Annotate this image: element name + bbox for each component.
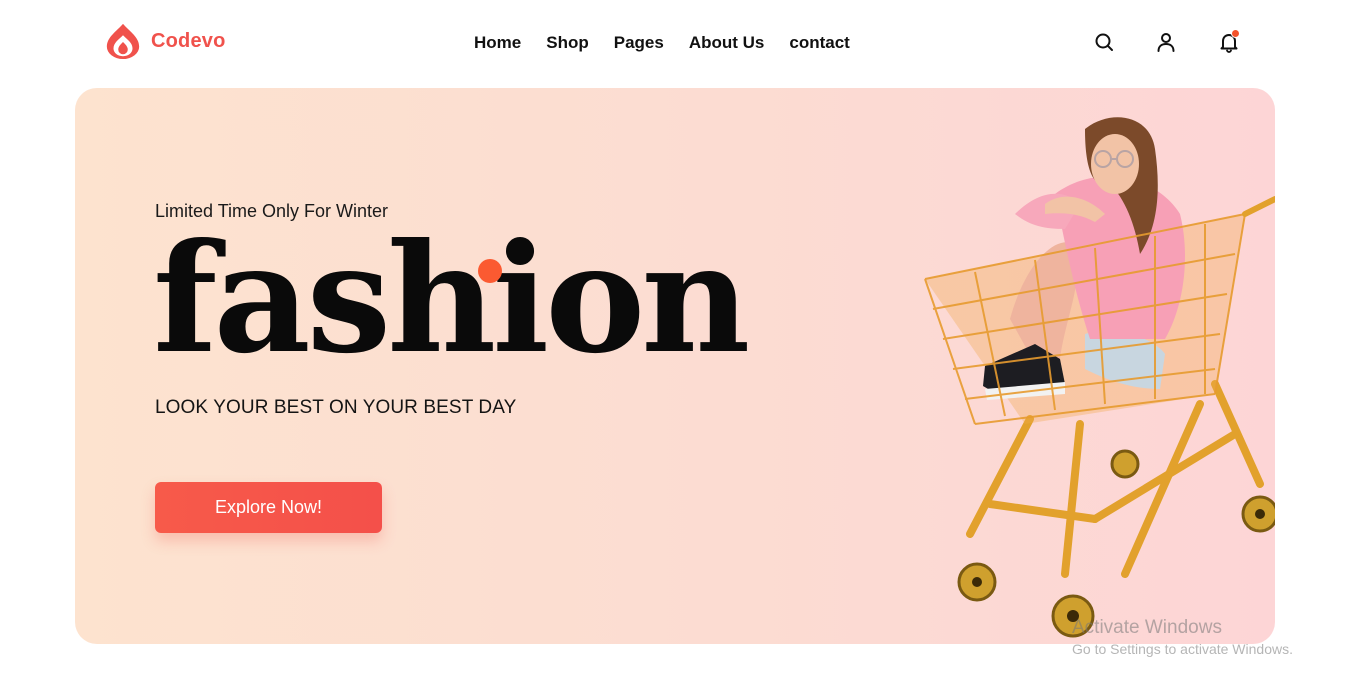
nav-item-home[interactable]: Home [474, 32, 521, 54]
headline-accent-dot [478, 259, 502, 283]
watermark-title: Activate Windows [1072, 617, 1222, 638]
notification-dot [1231, 29, 1240, 38]
nav-item-about-us[interactable]: About Us [689, 32, 765, 54]
hero-subheadline: LOOK YOUR BEST ON YOUR BEST DAY [155, 397, 517, 418]
brand-name: Codevo [151, 29, 226, 52]
main-nav: Home Shop Pages About Us contact [474, 32, 850, 54]
watermark-subtitle: Go to Settings to activate Windows. [1072, 641, 1293, 657]
nav-item-contact[interactable]: contact [789, 32, 849, 54]
search-icon [1095, 33, 1113, 51]
account-button[interactable] [1154, 30, 1178, 54]
os-activation-watermark: Activate Windows Go to Settings to activ… [1072, 617, 1293, 657]
nav-item-shop[interactable]: Shop [546, 32, 589, 54]
search-button[interactable] [1092, 30, 1116, 54]
hero-banner: Limited Time Only For Winter fashion LOO… [75, 88, 1275, 644]
nav-item-pages[interactable]: Pages [614, 32, 664, 54]
flame-drop-logo-icon [106, 23, 140, 60]
user-icon [1157, 33, 1175, 52]
explore-now-button[interactable]: Explore Now! [155, 482, 382, 533]
brand-logo-link[interactable]: Codevo [104, 22, 226, 60]
notifications-button[interactable] [1217, 29, 1241, 54]
woman-in-shopping-cart-photo [924, 117, 1275, 638]
hero-headline: fashion [153, 211, 750, 387]
site-header: Codevo Home Shop Pages About Us contact [0, 0, 1347, 86]
